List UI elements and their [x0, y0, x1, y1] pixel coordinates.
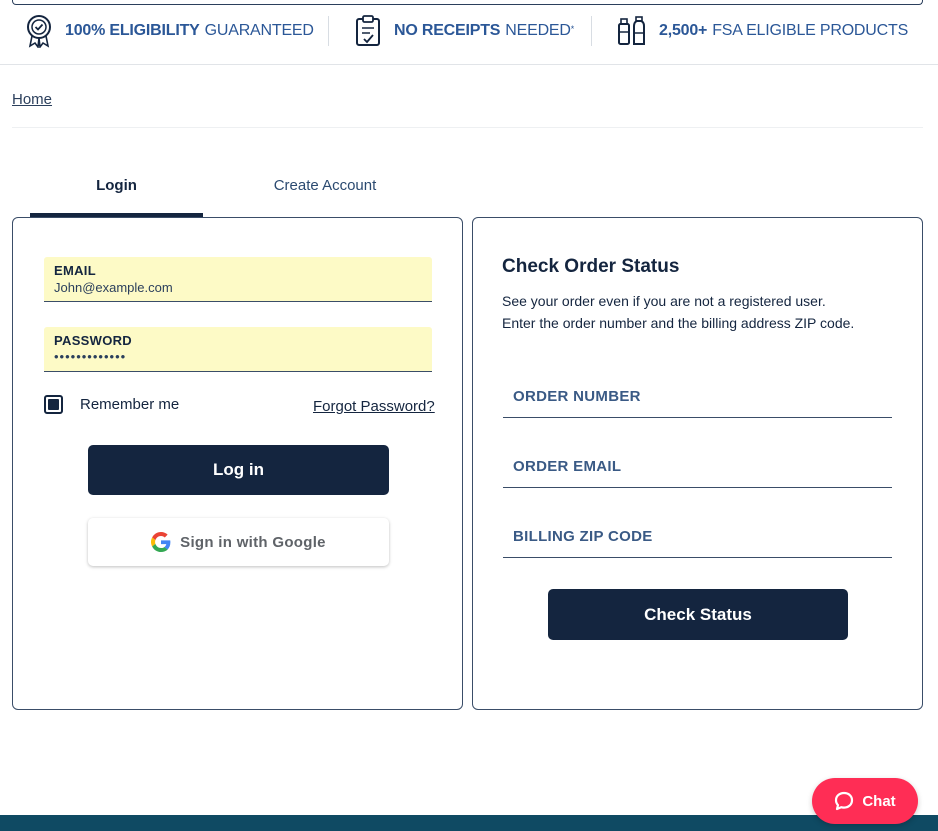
footer-bar: [0, 815, 938, 831]
benefit-eligibility: 100% ELIGIBILITY GUARANTEED: [25, 10, 314, 52]
billing-zip-placeholder: BILLING ZIP CODE: [513, 528, 653, 545]
order-status-description: See your order even if you are not a reg…: [502, 290, 912, 334]
order-number-field[interactable]: ORDER NUMBER: [503, 374, 892, 418]
checkbox-checked-mark: [48, 399, 59, 410]
clipboard-check-icon: [356, 15, 380, 46]
order-number-placeholder: ORDER NUMBER: [513, 388, 641, 405]
password-value[interactable]: •••••••••••••: [54, 349, 422, 364]
login-button[interactable]: Log in: [88, 445, 389, 495]
order-status-title: Check Order Status: [502, 256, 680, 277]
badge-check-icon: [27, 15, 51, 48]
benefit-receipts-bold: NO RECEIPTS: [394, 22, 501, 39]
benefit-eligibility-text: GUARANTEED: [204, 22, 314, 39]
divider: [328, 16, 329, 46]
order-status-desc-line1: See your order even if you are not a reg…: [502, 293, 826, 309]
chat-label: Chat: [862, 792, 896, 810]
breadcrumb-home-link[interactable]: Home: [12, 91, 52, 108]
order-status-panel: Check Order Status See your order even i…: [472, 217, 923, 710]
check-status-button[interactable]: Check Status: [548, 589, 848, 640]
order-email-field[interactable]: ORDER EMAIL: [503, 444, 892, 488]
email-value[interactable]: John@example.com: [54, 280, 422, 295]
order-status-desc-line2: Enter the order number and the billing a…: [502, 315, 855, 331]
benefit-receipts-footnote: *: [570, 24, 575, 34]
forgot-password-link[interactable]: Forgot Password?: [313, 398, 435, 415]
benefit-products: 2,500+ FSA ELIGIBLE PRODUCTS: [617, 10, 908, 52]
remember-me[interactable]: Remember me: [44, 395, 179, 414]
tab-create-account[interactable]: Create Account: [218, 172, 432, 217]
remember-me-label: Remember me: [80, 396, 180, 413]
google-signin-label: Sign in with Google: [180, 533, 326, 551]
email-label: EMAIL: [54, 263, 96, 278]
header-divider: [0, 64, 938, 65]
login-panel: EMAIL John@example.com PASSWORD ••••••••…: [12, 217, 463, 710]
google-signin-button[interactable]: Sign in with Google: [88, 518, 389, 566]
top-frame-edge: [12, 0, 923, 5]
benefit-receipts-text: NEEDED: [505, 22, 571, 39]
tab-login[interactable]: Login: [30, 172, 203, 217]
divider: [591, 16, 592, 46]
products-icon: [618, 16, 645, 45]
billing-zip-field[interactable]: BILLING ZIP CODE: [503, 514, 892, 558]
email-field[interactable]: EMAIL John@example.com: [44, 257, 432, 302]
google-icon: [151, 532, 171, 552]
order-email-placeholder: ORDER EMAIL: [513, 458, 622, 475]
breadcrumb-divider: [12, 127, 923, 128]
benefit-products-text: FSA ELIGIBLE PRODUCTS: [712, 22, 909, 39]
password-field[interactable]: PASSWORD •••••••••••••: [44, 327, 432, 372]
benefit-eligibility-bold: 100% ELIGIBILITY: [65, 22, 200, 39]
password-label: PASSWORD: [54, 333, 132, 348]
benefit-products-bold: 2,500+: [659, 22, 708, 39]
chat-button[interactable]: Chat: [812, 778, 918, 824]
benefits-bar: 100% ELIGIBILITY GUARANTEED NO RECEIPTS …: [0, 10, 938, 52]
benefit-receipts: NO RECEIPTS NEEDED *: [354, 10, 574, 52]
remember-me-checkbox[interactable]: [44, 395, 63, 414]
account-tabs: Login Create Account: [30, 172, 430, 217]
chat-bubble-icon: [835, 791, 854, 811]
